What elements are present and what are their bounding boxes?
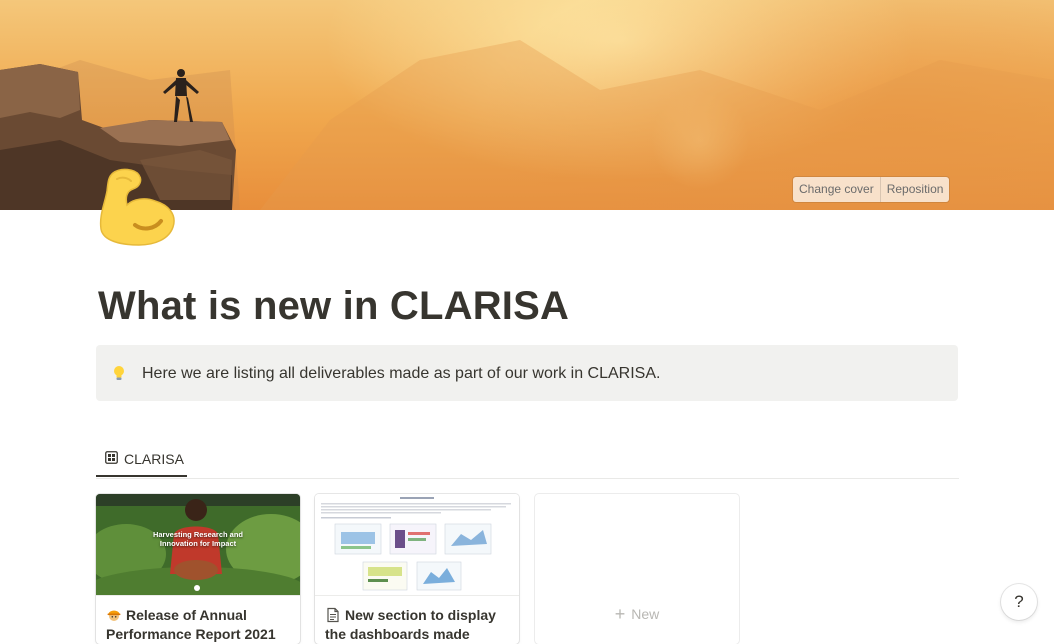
card-title-text: Release of Annual Performance Report 202… (106, 607, 276, 642)
callout-block[interactable]: Here we are listing all deliverables mad… (96, 345, 958, 401)
card-title: Release of Annual Performance Report 202… (106, 606, 292, 644)
gallery-card[interactable]: Harvesting Research and Innovation for I… (96, 494, 300, 644)
change-cover-button[interactable]: Change cover (793, 177, 880, 202)
tab-clarisa[interactable]: CLARISA (96, 440, 187, 477)
card-thumbnail: Harvesting Research and Innovation for I… (96, 494, 300, 596)
help-button[interactable]: ? (1001, 584, 1037, 620)
flexed-biceps-icon[interactable] (99, 167, 179, 247)
card-thumbnail-caption: Harvesting Research and Innovation for I… (152, 530, 244, 548)
construction-worker-icon (107, 610, 121, 621)
new-card-button[interactable]: + New (535, 494, 739, 644)
gallery-view-icon (105, 451, 118, 464)
callout-text: Here we are listing all deliverables mad… (142, 365, 661, 382)
tab-label: CLARISA (124, 451, 184, 467)
cover-actions: Change cover Reposition (793, 177, 950, 202)
light-bulb-icon (114, 366, 124, 380)
new-card-label: New (631, 606, 660, 622)
new-card-label-wrap: + New (535, 604, 739, 625)
card-title: New section to display the dashboards ma… (325, 606, 511, 644)
reposition-button[interactable]: Reposition (879, 177, 950, 202)
card-document-preview (321, 497, 511, 591)
plus-icon: + (614, 604, 626, 624)
page-icon (327, 607, 339, 623)
card-thumbnail (315, 494, 519, 596)
database-view-tabs: CLARISA (96, 440, 959, 479)
card-title-text: New section to display the dashboards ma… (325, 607, 496, 642)
page-title[interactable]: What is new in CLARISA (98, 284, 569, 329)
gallery-card[interactable]: New section to display the dashboards ma… (315, 494, 519, 644)
